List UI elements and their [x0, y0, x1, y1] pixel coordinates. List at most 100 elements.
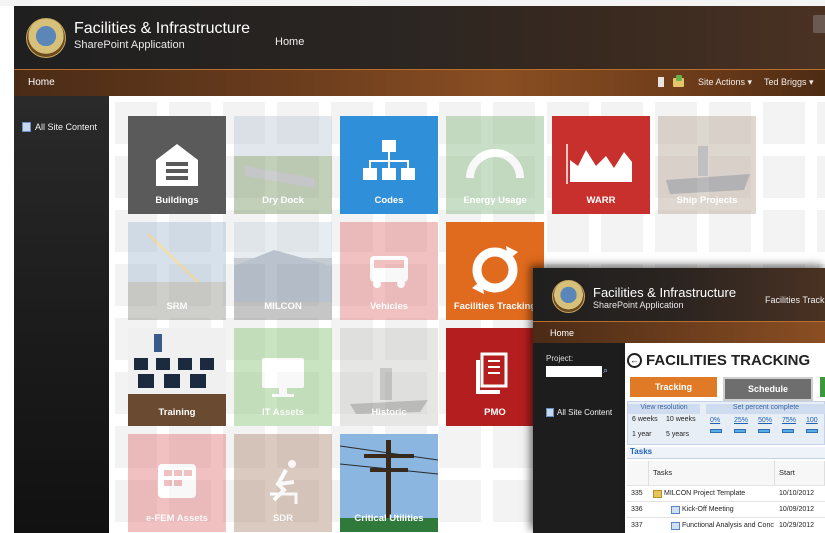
tile-codes[interactable]: Codes: [340, 116, 438, 214]
site-title[interactable]: Facilities & Infrastructure: [74, 20, 250, 38]
table-row[interactable]: 335 MILCON Project Template 10/10/2012: [627, 485, 825, 501]
back-arrow-icon[interactable]: ←: [627, 353, 642, 368]
task-id: 335: [631, 490, 643, 497]
tile-warr[interactable]: WARR: [552, 116, 650, 214]
task-id: 336: [631, 506, 643, 513]
overlay-sidebar: Project: ⌕ All Site Content: [533, 343, 619, 533]
site-logo[interactable]: [26, 18, 66, 58]
percent-option[interactable]: 75%: [782, 417, 796, 424]
table-header-id: [627, 461, 649, 485]
page: Facilities & Infrastructure SharePoint A…: [0, 0, 825, 533]
tile-facilities-tracking[interactable]: Facilities Tracking: [446, 222, 544, 320]
overlay-header-link[interactable]: Facilities Trackin: [765, 295, 825, 305]
tile-label: MILCON: [264, 301, 302, 312]
resolution-option[interactable]: 1 year: [632, 431, 651, 438]
task-start: 10/10/2012: [779, 490, 815, 497]
facilities-tracking-window: Facilities & Infrastructure SharePoint A…: [533, 268, 825, 533]
tile-label: Critical Utilities: [354, 513, 424, 524]
folder-icon: [653, 490, 662, 498]
project-search-input[interactable]: [546, 366, 602, 377]
tile-label: IT Assets: [262, 407, 304, 418]
header-home-link[interactable]: Home: [275, 36, 304, 48]
tile-srm[interactable]: SRM: [128, 222, 226, 320]
task-id: 337: [631, 522, 643, 529]
site-header: Facilities & Infrastructure SharePoint A…: [14, 6, 825, 69]
tile-energy-usage[interactable]: Energy Usage: [446, 116, 544, 214]
tile-milcon[interactable]: MILCON: [234, 222, 332, 320]
tile-critical-utilities[interactable]: Critical Utilities: [340, 434, 438, 532]
percent-option[interactable]: 100: [806, 417, 818, 424]
overlay-all-site-content-link[interactable]: All Site Content: [557, 408, 612, 417]
task-name[interactable]: Functional Analysis and Conc: [682, 518, 774, 533]
resolution-option[interactable]: 5 years: [666, 431, 689, 438]
task-name[interactable]: Kick-Off Meeting: [682, 502, 774, 518]
tile-label: Buildings: [155, 195, 199, 206]
site-subtitle: SharePoint Application: [74, 39, 185, 51]
site-actions-menu[interactable]: Site Actions ▾: [698, 77, 752, 88]
tile-buildings[interactable]: Buildings: [128, 116, 226, 214]
percent-bar-icon[interactable]: [758, 429, 770, 433]
sidebar: All Site Content: [14, 96, 109, 533]
tile-label: Ship Projects: [676, 195, 738, 206]
task-name[interactable]: MILCON Project Template: [664, 486, 774, 502]
tile-ship-projects[interactable]: Ship Projects: [658, 116, 756, 214]
tile-label: SDR: [272, 513, 294, 524]
percent-bar-icon[interactable]: [734, 429, 746, 433]
tile-label: Codes: [374, 195, 404, 206]
resolution-option[interactable]: 6 weeks: [632, 416, 658, 423]
tile-label: PMO: [484, 407, 506, 418]
page-title: FACILITIES TRACKING: [646, 352, 811, 369]
tile-sdr[interactable]: SDR: [234, 434, 332, 532]
tile-training[interactable]: Training: [128, 328, 226, 426]
tile-vehicles[interactable]: Vehicles: [340, 222, 438, 320]
percent-option[interactable]: 50%: [758, 417, 772, 424]
task-start: 10/09/2012: [779, 506, 815, 513]
tile-label: Dry Dock: [262, 195, 304, 206]
tile-label: SRM: [166, 301, 188, 312]
nav-home-link[interactable]: Home: [28, 77, 55, 88]
tile-label: Energy Usage: [463, 195, 527, 206]
task-start: 10/29/2012: [779, 522, 815, 529]
document-icon: [22, 122, 31, 132]
bookmark-icon[interactable]: [658, 77, 664, 87]
user-menu[interactable]: Ted Briggs ▾: [764, 77, 814, 88]
tile-label: Training: [158, 407, 196, 418]
table-row[interactable]: 337 Functional Analysis and Conc 10/29/201…: [627, 517, 825, 533]
search-icon[interactable]: ⌕: [603, 365, 608, 376]
percent-bar-icon[interactable]: [806, 429, 818, 433]
tile-historic[interactable]: Historic: [340, 328, 438, 426]
task-icon: [671, 522, 680, 530]
tile-pmo[interactable]: PMO: [446, 328, 544, 426]
tile-e-fem-assets[interactable]: e-FEM Assets: [128, 434, 226, 532]
percent-bar-icon[interactable]: [710, 429, 722, 433]
green-button[interactable]: [820, 377, 825, 397]
tile-it-assets[interactable]: IT Assets: [234, 328, 332, 426]
tile-label: WARR: [586, 195, 616, 206]
percent-option[interactable]: 25%: [734, 417, 748, 424]
view-resolution-header: View resolution: [628, 404, 700, 414]
overlay-site-subtitle: SharePoint Application: [593, 300, 684, 310]
table-header-start[interactable]: Start: [775, 461, 825, 485]
folder-sync-icon[interactable]: [673, 75, 684, 87]
percent-option[interactable]: 0%: [710, 417, 720, 424]
close-icon[interactable]: [813, 15, 825, 33]
project-label: Project:: [546, 354, 574, 363]
tile-label: Facilities Tracking: [453, 301, 537, 312]
overlay-site-logo[interactable]: [552, 280, 585, 313]
tracking-button[interactable]: Tracking: [630, 377, 717, 397]
overlay-nav-home-link[interactable]: Home: [550, 328, 574, 338]
overlay-site-title[interactable]: Facilities & Infrastructure: [593, 285, 736, 300]
all-site-content-link[interactable]: All Site Content: [35, 122, 97, 132]
tile-label: e-FEM Assets: [146, 513, 208, 524]
resolution-option[interactable]: 10 weeks: [666, 416, 696, 423]
percent-complete-header: Set percent complete: [706, 404, 825, 414]
schedule-button[interactable]: Schedule: [723, 377, 813, 401]
percent-bar-icon[interactable]: [782, 429, 794, 433]
tile-dry-dock[interactable]: Dry Dock: [234, 116, 332, 214]
tile-label: Vehicles: [369, 301, 409, 312]
overlay-main: ← FACILITIES TRACKING Tracking Schedule …: [625, 343, 825, 533]
table-row[interactable]: 336 Kick-Off Meeting 10/09/2012: [627, 501, 825, 517]
overlay-header: Facilities & Infrastructure SharePoint A…: [533, 268, 825, 321]
tasks-section-label: Tasks: [627, 447, 825, 459]
table-header-tasks[interactable]: Tasks: [649, 461, 775, 485]
